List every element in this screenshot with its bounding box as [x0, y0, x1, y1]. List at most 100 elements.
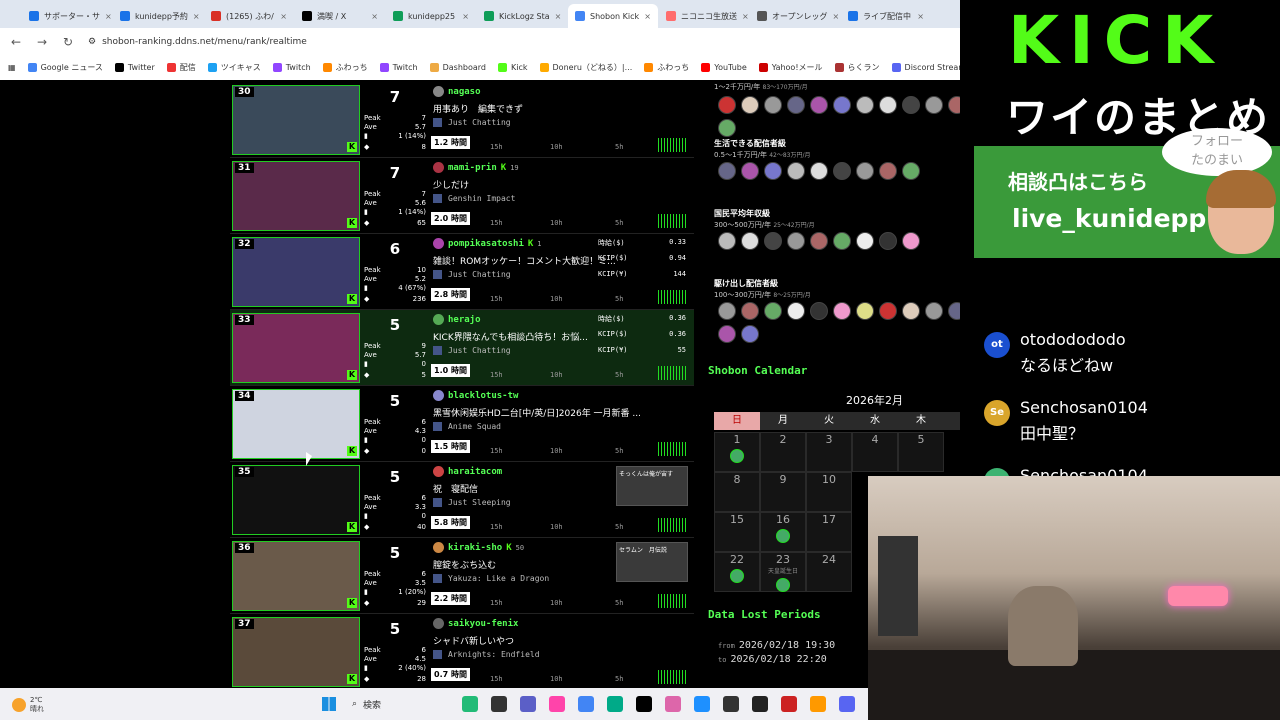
streamer-avatar-icon[interactable]: [718, 325, 736, 343]
category-name[interactable]: Just Chatting: [448, 118, 511, 127]
stream-preview[interactable]: セラムン 月伝説: [616, 542, 688, 582]
bookmark-item[interactable]: Yahoo!メール: [758, 62, 823, 73]
calendar-day[interactable]: 5: [898, 432, 944, 472]
category-name[interactable]: Genshin Impact: [448, 194, 515, 203]
close-icon[interactable]: ×: [371, 12, 378, 21]
tab-5[interactable]: KickLogz Sta ×: [477, 4, 567, 28]
taskbar-app-icon[interactable]: [636, 696, 652, 712]
stream-event-icon[interactable]: [776, 578, 790, 592]
bookmark-item[interactable]: Twitch: [272, 62, 311, 72]
stream-event-icon[interactable]: [730, 449, 744, 463]
ranking-row[interactable]: 35 K 5 Peak 6 Ave 3.3 ▮ 0 ◆ 40 haraitacom 祝 寝配信 Just …: [230, 462, 694, 538]
tab-8[interactable]: オープンレッグ ×: [750, 4, 840, 28]
calendar-day[interactable]: 4: [852, 432, 898, 472]
calendar-day[interactable]: 23 天皇誕生日: [760, 552, 806, 592]
bookmark-item[interactable]: Dashboard: [429, 62, 486, 72]
close-icon[interactable]: ×: [917, 12, 924, 21]
streamer-avatar-icon[interactable]: [856, 302, 874, 320]
close-icon[interactable]: ×: [193, 12, 200, 21]
stream-thumbnail[interactable]: 30 K: [232, 85, 360, 155]
streamer-name[interactable]: kiraki-sho: [448, 543, 502, 553]
stream-thumbnail[interactable]: 37 K: [232, 617, 360, 687]
streamer-avatar-icon[interactable]: [948, 96, 960, 114]
streamer-avatar[interactable]: [433, 162, 444, 173]
close-icon[interactable]: ×: [462, 12, 469, 21]
streamer-avatar-icon[interactable]: [856, 162, 874, 180]
streamer-name[interactable]: blacklotus-tw: [448, 391, 518, 401]
streamer-avatar-icon[interactable]: [902, 302, 920, 320]
stream-thumbnail[interactable]: 31 K: [232, 161, 360, 231]
bookmark-item[interactable]: Kick: [498, 62, 528, 72]
apps-icon[interactable]: ▦: [8, 63, 16, 72]
taskbar-app-icon[interactable]: [549, 696, 565, 712]
stream-event-icon[interactable]: [776, 529, 790, 543]
taskbar-app-icon[interactable]: [752, 696, 768, 712]
ranking-row[interactable]: 30 K 7 Peak 7 Ave 5.7 ▮ 1 (14%) ◆ 8 nagaso 用事あり 編集でき…: [230, 82, 694, 158]
streamer-avatar[interactable]: [433, 618, 444, 629]
bookmark-item[interactable]: ツイキャス: [207, 62, 261, 73]
streamer-avatar-icon[interactable]: [856, 232, 874, 250]
bookmark-item[interactable]: Twitch: [379, 62, 418, 72]
stream-thumbnail[interactable]: 33 K: [232, 313, 360, 383]
close-icon[interactable]: ×: [742, 12, 749, 21]
bookmark-item[interactable]: ふわっち: [644, 62, 689, 73]
streamer-avatar-icon[interactable]: [810, 96, 828, 114]
streamer-name[interactable]: herajo: [448, 315, 481, 325]
ranking-row[interactable]: 37 K 5 Peak 6 Ave 4.5 ▮ 2 (40%) ◆ 28 saikyou-fenix シ…: [230, 614, 694, 688]
streamer-avatar-icon[interactable]: [902, 232, 920, 250]
back-icon[interactable]: ←: [10, 35, 22, 49]
streamer-avatar-icon[interactable]: [787, 96, 805, 114]
streamer-avatar-icon[interactable]: [902, 96, 920, 114]
taskbar-app-icon[interactable]: [810, 696, 826, 712]
ranking-row[interactable]: 36 K 5 Peak 6 Ave 3.5 ▮ 1 (20%) ◆ 29 kiraki-sho K 50 膣…: [230, 538, 694, 614]
ranking-row[interactable]: 32 K 6 Peak 10 Ave 5.2 ▮ 4 (67%) ◆ 236 pompikasatos…: [230, 234, 694, 310]
taskbar-app-icon[interactable]: [723, 696, 739, 712]
tab-6[interactable]: Shobon Kick ×: [568, 4, 658, 28]
streamer-name[interactable]: haraitacom: [448, 467, 502, 477]
bookmark-item[interactable]: YouTube: [701, 62, 747, 72]
streamer-avatar-icon[interactable]: [787, 162, 805, 180]
calendar-day[interactable]: 16: [760, 512, 806, 552]
stream-thumbnail[interactable]: 35 K: [232, 465, 360, 535]
streamer-avatar[interactable]: [433, 542, 444, 553]
streamer-avatar-icon[interactable]: [879, 162, 897, 180]
streamer-avatar-icon[interactable]: [787, 302, 805, 320]
site-info-icon[interactable]: ⚙: [88, 37, 96, 47]
calendar-day[interactable]: 8: [714, 472, 760, 512]
streamer-avatar-icon[interactable]: [833, 302, 851, 320]
bookmark-item[interactable]: Twitter: [114, 62, 155, 72]
calendar-day[interactable]: 1: [714, 432, 760, 472]
calendar-day[interactable]: 9: [760, 472, 806, 512]
taskbar-app-icon[interactable]: [578, 696, 594, 712]
streamer-avatar-icon[interactable]: [925, 302, 943, 320]
taskbar-app-icon[interactable]: [839, 696, 855, 712]
taskbar-search[interactable]: ⌕ 検索: [352, 695, 452, 713]
close-icon[interactable]: ×: [280, 12, 287, 21]
streamer-avatar-icon[interactable]: [833, 232, 851, 250]
streamer-avatar-icon[interactable]: [810, 162, 828, 180]
streamer-avatar-icon[interactable]: [833, 96, 851, 114]
category-name[interactable]: Arknights: Endfield: [448, 650, 540, 659]
streamer-avatar-icon[interactable]: [741, 302, 759, 320]
streamer-avatar-icon[interactable]: [787, 232, 805, 250]
streamer-avatar-icon[interactable]: [764, 232, 782, 250]
tab-9[interactable]: ライブ配信中 ×: [841, 4, 931, 28]
tab-2[interactable]: (1265) ふわ/ ×: [204, 4, 294, 28]
taskbar-app-icon[interactable]: [520, 696, 536, 712]
close-icon[interactable]: ×: [105, 12, 112, 21]
calendar-day[interactable]: 3: [806, 432, 852, 472]
category-name[interactable]: Anime Squad: [448, 422, 501, 431]
close-icon[interactable]: ×: [555, 12, 562, 21]
streamer-avatar-icon[interactable]: [948, 302, 960, 320]
tab-1[interactable]: kunidepp予約 ×: [113, 4, 203, 28]
streamer-avatar-icon[interactable]: [718, 162, 736, 180]
category-name[interactable]: Yakuza: Like a Dragon: [448, 574, 549, 583]
stream-event-icon[interactable]: [730, 569, 744, 583]
stream-thumbnail[interactable]: 34 K: [232, 389, 360, 459]
close-icon[interactable]: ×: [644, 12, 651, 21]
url-field[interactable]: ⚙ shobon-ranking.ddns.net/menu/rank/real…: [88, 37, 307, 47]
category-name[interactable]: Just Sleeping: [448, 498, 511, 507]
streamer-avatar-icon[interactable]: [741, 96, 759, 114]
calendar-day[interactable]: 10: [806, 472, 852, 512]
taskbar-app-icon[interactable]: [462, 696, 478, 712]
